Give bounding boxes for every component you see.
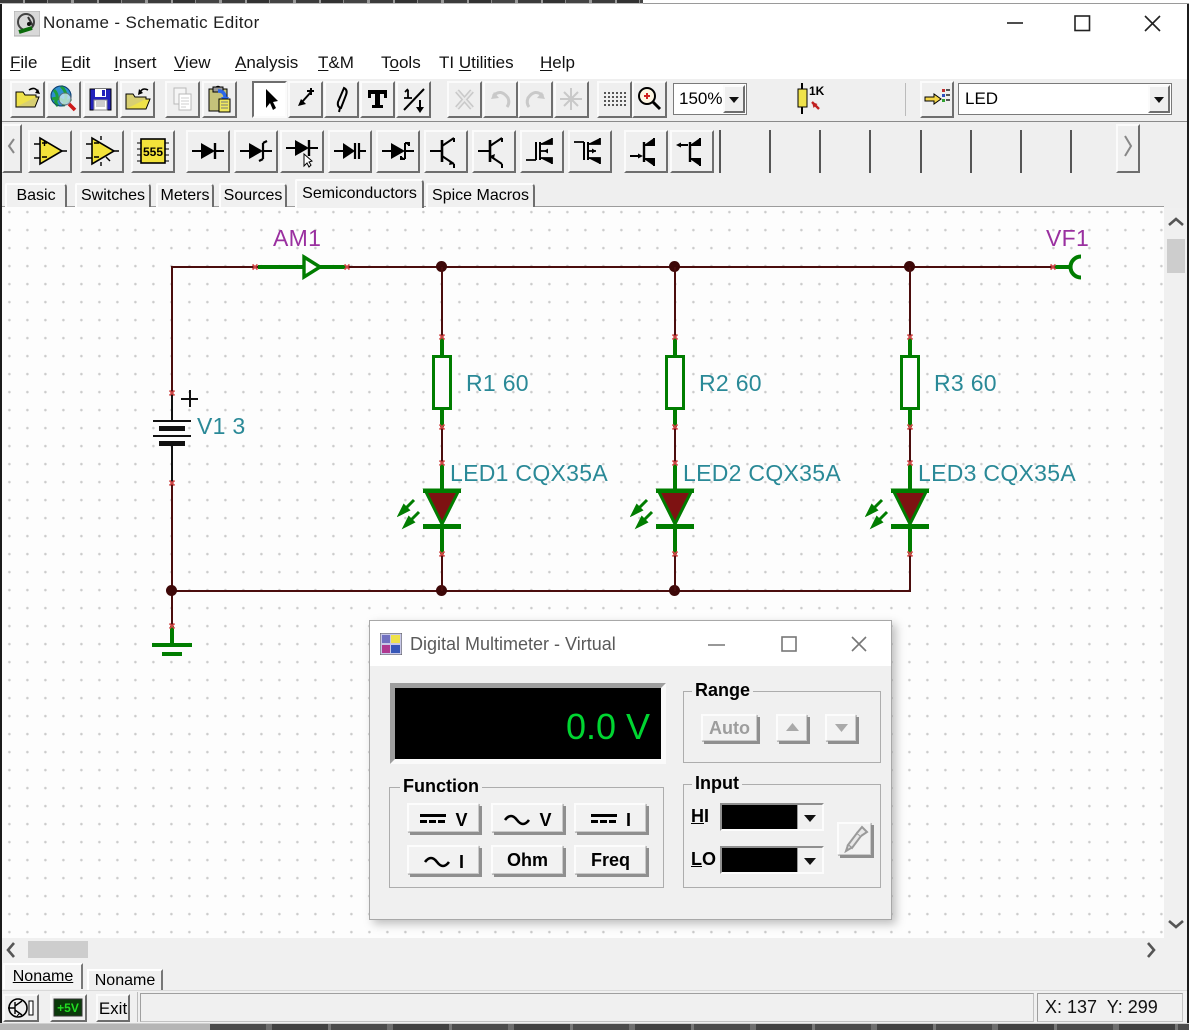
svg-text:1K: 1K [809, 84, 825, 98]
svg-text:+5V: +5V [57, 1001, 79, 1015]
svg-text:555: 555 [143, 145, 163, 159]
